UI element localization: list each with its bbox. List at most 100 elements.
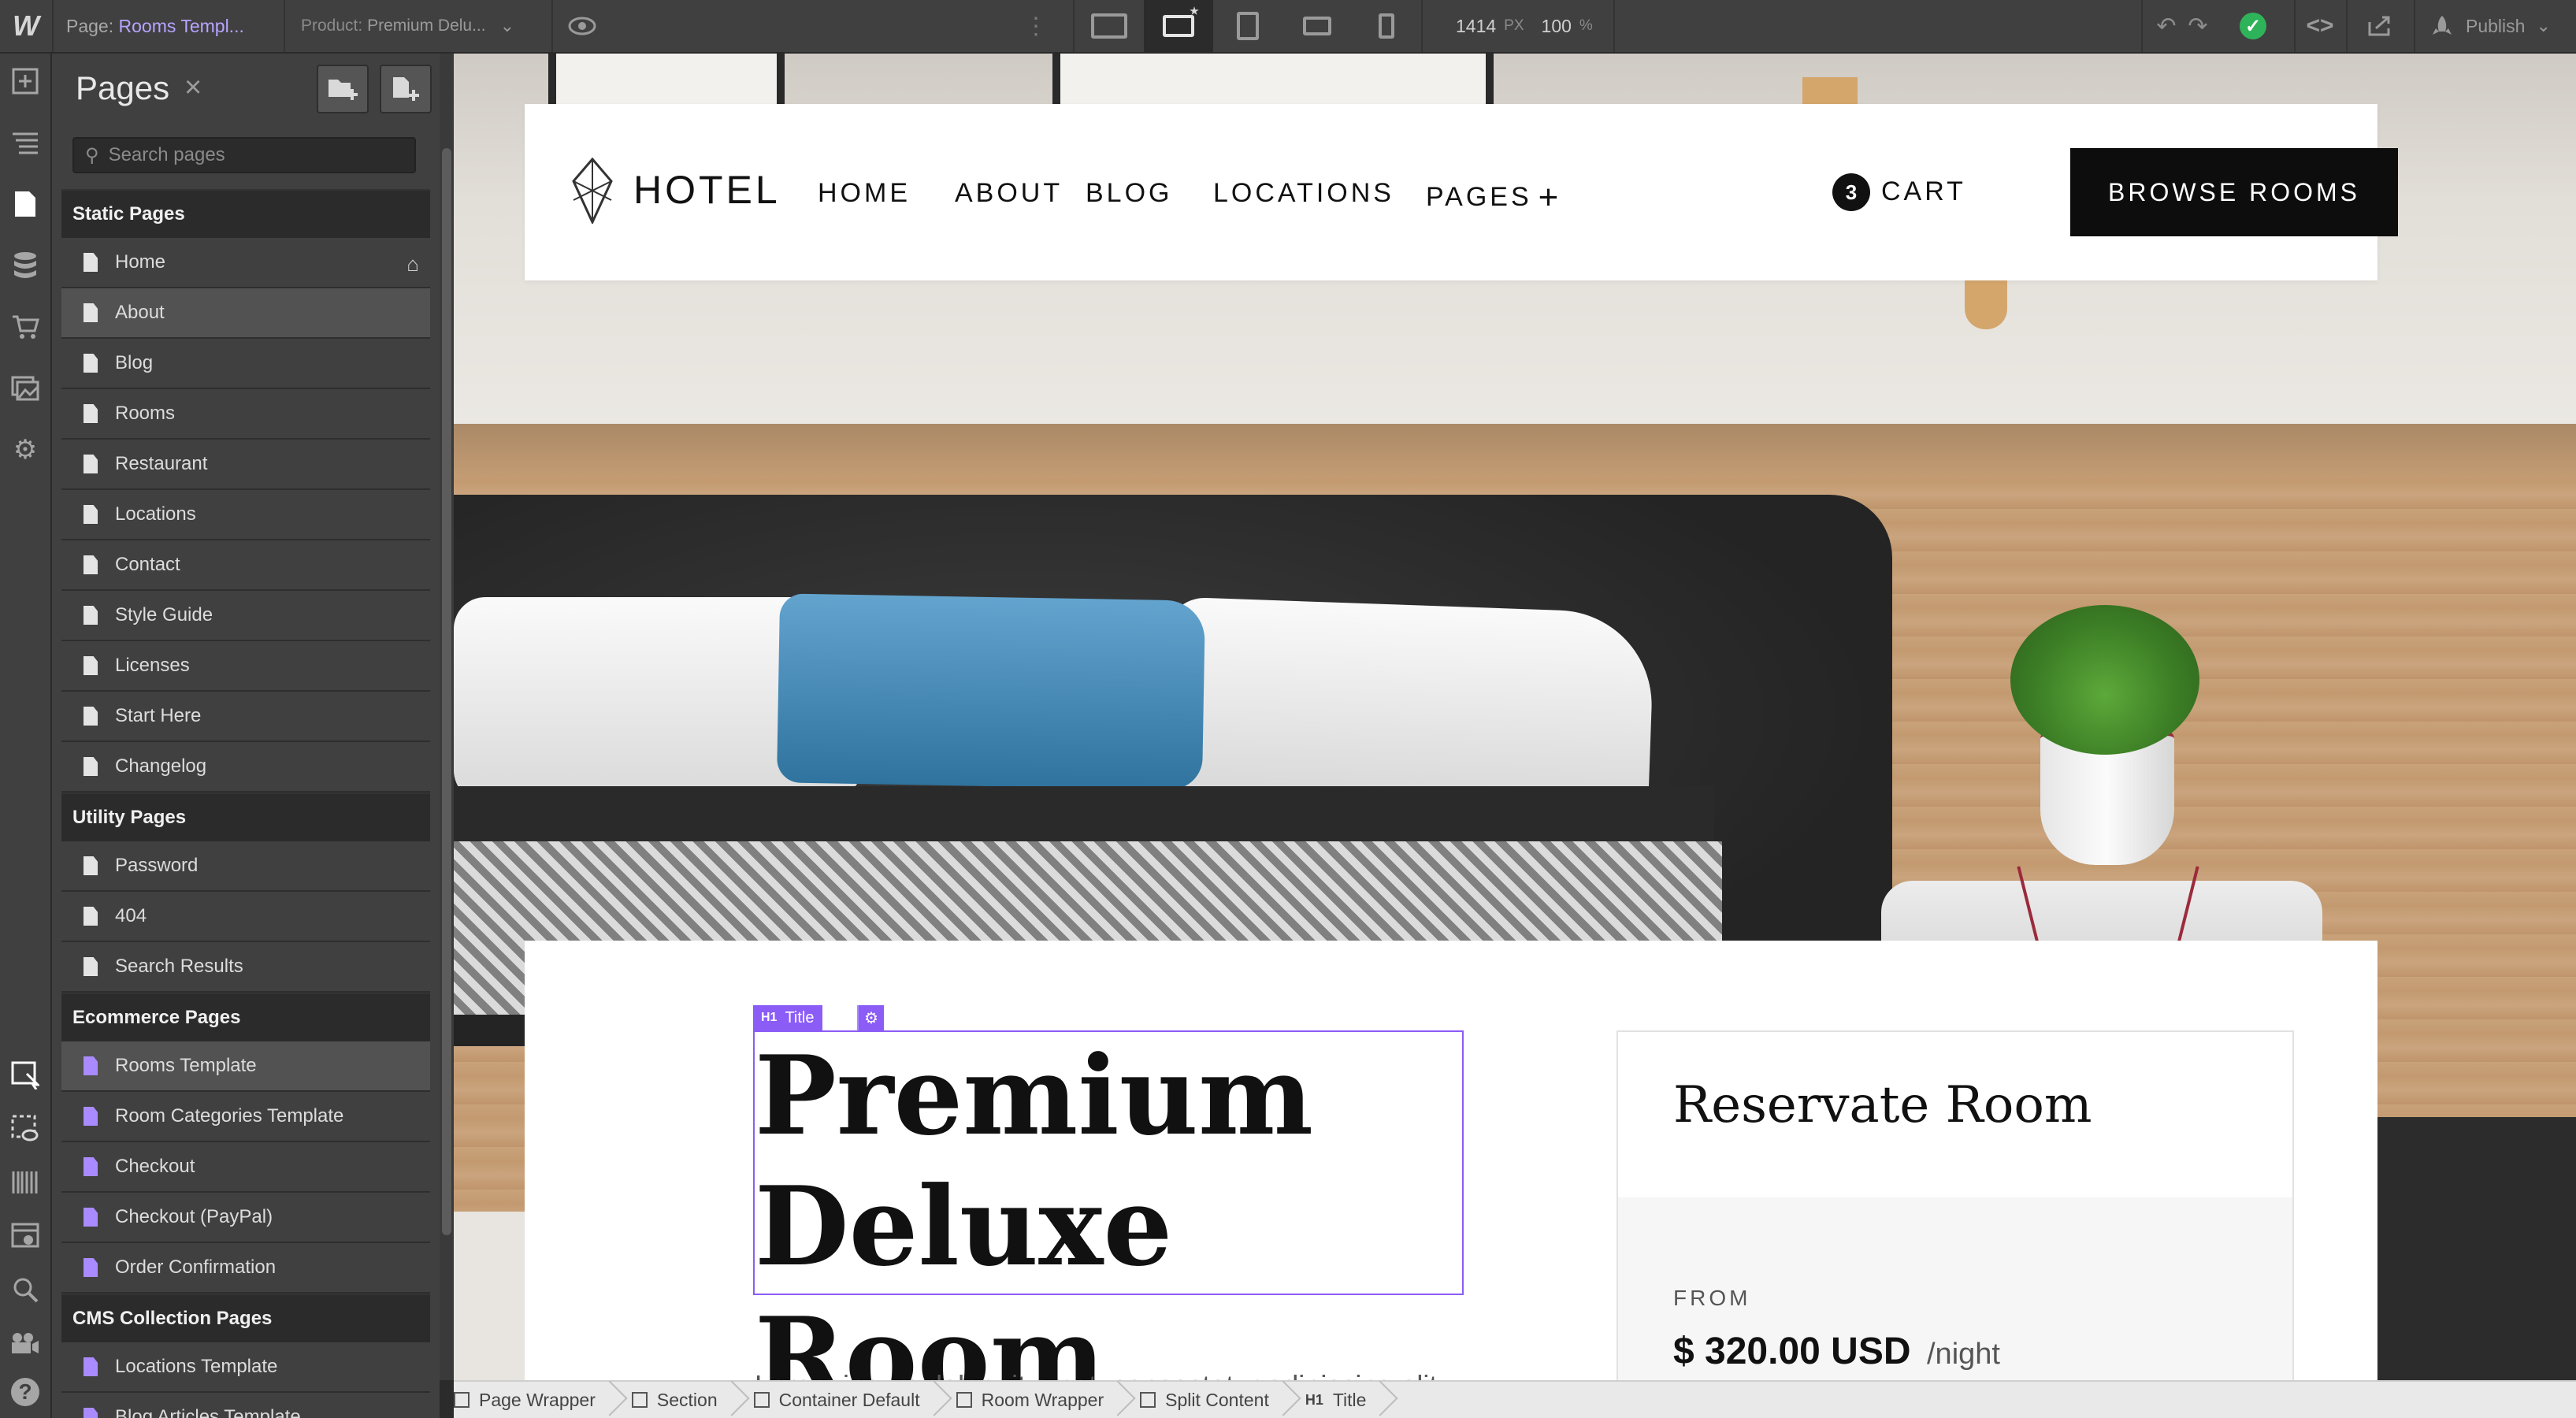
pages-section-header[interactable]: Static Pages xyxy=(61,189,430,238)
cms-database-icon[interactable] xyxy=(0,238,50,293)
help-icon[interactable]: ? xyxy=(0,1364,50,1418)
product-selector[interactable]: Product: Premium Delu... ⌄ xyxy=(301,0,514,52)
page-item[interactable]: Checkout xyxy=(61,1142,430,1193)
breadcrumb-container-default[interactable]: Container Default xyxy=(744,1381,930,1418)
breadcrumb-split-content[interactable]: Split Content xyxy=(1130,1381,1279,1418)
search-pages-field[interactable]: ⚲ xyxy=(72,137,416,173)
breadcrumb-room-wrapper[interactable]: Room Wrapper xyxy=(947,1381,1114,1418)
pages-section-header[interactable]: Utility Pages xyxy=(61,793,430,841)
page-item[interactable]: Blog Articles Template xyxy=(61,1393,430,1418)
brand-name[interactable]: HOTEL xyxy=(633,167,781,213)
pages-section-header[interactable]: Ecommerce Pages xyxy=(61,993,430,1041)
pages-panel-scrollbar[interactable] xyxy=(440,54,454,1380)
nav-link-locations[interactable]: LOCATIONS xyxy=(1213,178,1394,209)
hotel-logo-icon[interactable] xyxy=(572,158,613,224)
page-icon xyxy=(84,253,98,272)
page-item[interactable]: Restaurant xyxy=(61,440,430,490)
preview-toggle-icon[interactable] xyxy=(0,1101,50,1156)
page-item[interactable]: About xyxy=(61,288,430,339)
pages-panel-header: Pages × xyxy=(52,54,440,124)
canvas-width-value[interactable]: 1414 xyxy=(1456,16,1496,37)
nav-link-about[interactable]: ABOUT xyxy=(955,178,1063,209)
breakpoint-large-desktop-icon[interactable] xyxy=(1075,0,1144,52)
page-item[interactable]: Licenses xyxy=(61,641,430,692)
breakpoint-mobile-portrait-icon[interactable] xyxy=(1352,0,1421,52)
add-folder-button[interactable] xyxy=(317,65,369,113)
add-elements-icon[interactable] xyxy=(0,54,50,109)
select-element-icon[interactable] xyxy=(0,1048,50,1103)
page-item[interactable]: Rooms Template xyxy=(61,1041,430,1092)
breakpoint-mobile-landscape-icon[interactable] xyxy=(1282,0,1352,52)
reservation-card[interactable]: Reservate Room FROM $ 320.00 USD /night xyxy=(1616,1030,2294,1380)
page-item[interactable]: Checkout (PayPal) xyxy=(61,1193,430,1243)
breakpoint-tablet-icon[interactable] xyxy=(1213,0,1282,52)
page-item[interactable]: Locations Template xyxy=(61,1342,430,1393)
ecommerce-cart-icon[interactable] xyxy=(0,299,50,354)
page-item[interactable]: Room Categories Template xyxy=(61,1092,430,1142)
site-navbar[interactable]: HOTEL HOME ABOUT BLOG LOCATIONS PAGES + 3… xyxy=(525,104,2398,280)
page-item[interactable]: 404 xyxy=(61,892,430,942)
close-icon[interactable]: × xyxy=(184,71,202,105)
export-icon[interactable] xyxy=(2360,0,2400,52)
page-selector[interactable]: Page: Rooms Templ... xyxy=(66,0,244,52)
scrollbar-thumb[interactable] xyxy=(442,148,451,1235)
cart-link[interactable]: CART xyxy=(1881,176,1966,207)
element-settings-gear-icon[interactable]: ⚙ xyxy=(857,1005,884,1030)
split-content-section[interactable]: H1 Title ⚙ Premium Deluxe Room Lorem ips… xyxy=(525,941,2377,1380)
search-icon[interactable] xyxy=(0,1262,50,1317)
page-item[interactable]: Blog xyxy=(61,339,430,389)
page-item[interactable]: Changelog xyxy=(61,742,430,793)
add-page-button[interactable] xyxy=(380,65,432,113)
design-canvas[interactable]: HOTEL HOME ABOUT BLOG LOCATIONS PAGES + 3… xyxy=(454,54,2576,1380)
style-panel-icon[interactable] xyxy=(0,1208,50,1264)
search-pages-input[interactable] xyxy=(108,144,408,166)
page-item[interactable]: Rooms xyxy=(61,389,430,440)
page-item[interactable]: Password xyxy=(61,841,430,892)
undo-icon[interactable]: ↶ xyxy=(2151,0,2182,52)
page-item-label: Changelog xyxy=(115,755,207,777)
heading-icon: H1 xyxy=(1305,1391,1323,1408)
audit-barcode-icon[interactable] xyxy=(0,1155,50,1210)
pages-section-header[interactable]: CMS Collection Pages xyxy=(61,1294,430,1342)
page-item[interactable]: Search Results xyxy=(61,942,430,993)
plus-icon: + xyxy=(1538,178,1562,217)
reservation-title[interactable]: Reservate Room xyxy=(1673,1076,2092,1134)
cart-count-badge[interactable]: 3 xyxy=(1832,173,1870,211)
code-icon[interactable]: <> xyxy=(2300,0,2340,52)
redo-icon[interactable]: ↷ xyxy=(2182,0,2214,52)
nav-link-blog[interactable]: BLOG xyxy=(1086,178,1172,209)
page-item[interactable]: Locations xyxy=(61,490,430,540)
page-item[interactable]: Style Guide xyxy=(61,591,430,641)
home-icon[interactable]: ⌂ xyxy=(406,252,419,277)
price-per-night[interactable]: /night xyxy=(1927,1338,2000,1372)
room-title-heading[interactable]: Premium Deluxe Room xyxy=(755,1030,1464,1380)
price-from-label[interactable]: FROM xyxy=(1673,1286,1750,1311)
room-price[interactable]: $ 320.00 USD xyxy=(1673,1330,1911,1373)
room-description[interactable]: Lorem ipsum dolor sit amet, consectetur … xyxy=(755,1369,1445,1380)
page-item[interactable]: Start Here xyxy=(61,692,430,742)
nav-link-pages[interactable]: PAGES + xyxy=(1426,178,1561,217)
webflow-logo[interactable]: W xyxy=(0,0,52,52)
video-tutorials-icon[interactable] xyxy=(0,1316,50,1371)
settings-gear-icon[interactable]: ⚙ xyxy=(0,422,50,477)
breakpoint-desktop-icon[interactable] xyxy=(1144,0,1213,52)
page-item[interactable]: Order Confirmation xyxy=(61,1243,430,1294)
browse-rooms-button[interactable]: BROWSE ROOMS xyxy=(2070,148,2398,236)
pages-icon[interactable] xyxy=(0,176,50,232)
navigator-icon[interactable] xyxy=(0,115,50,170)
publish-button[interactable]: Publish ⌄ xyxy=(2429,0,2551,52)
preview-eye-icon[interactable] xyxy=(562,0,602,52)
more-vertical-icon[interactable]: ⋮ xyxy=(1024,0,1048,52)
assets-icon[interactable] xyxy=(0,361,50,416)
zoom-value[interactable]: 100 xyxy=(1542,16,1572,37)
divider xyxy=(2414,0,2415,52)
breadcrumb-section[interactable]: Section xyxy=(622,1381,727,1418)
breadcrumb-page-wrapper[interactable]: Page Wrapper xyxy=(454,1381,605,1418)
canvas-size-readout[interactable]: 1414 PX 100 % xyxy=(1456,0,1610,52)
page-item[interactable]: Contact xyxy=(61,540,430,591)
selected-element-tag[interactable]: H1 Title xyxy=(753,1005,822,1030)
nav-link-home[interactable]: HOME xyxy=(818,178,911,209)
page-label: Page: xyxy=(66,15,114,36)
page-item[interactable]: Home ⌂ xyxy=(61,238,430,288)
page-icon xyxy=(84,455,98,473)
